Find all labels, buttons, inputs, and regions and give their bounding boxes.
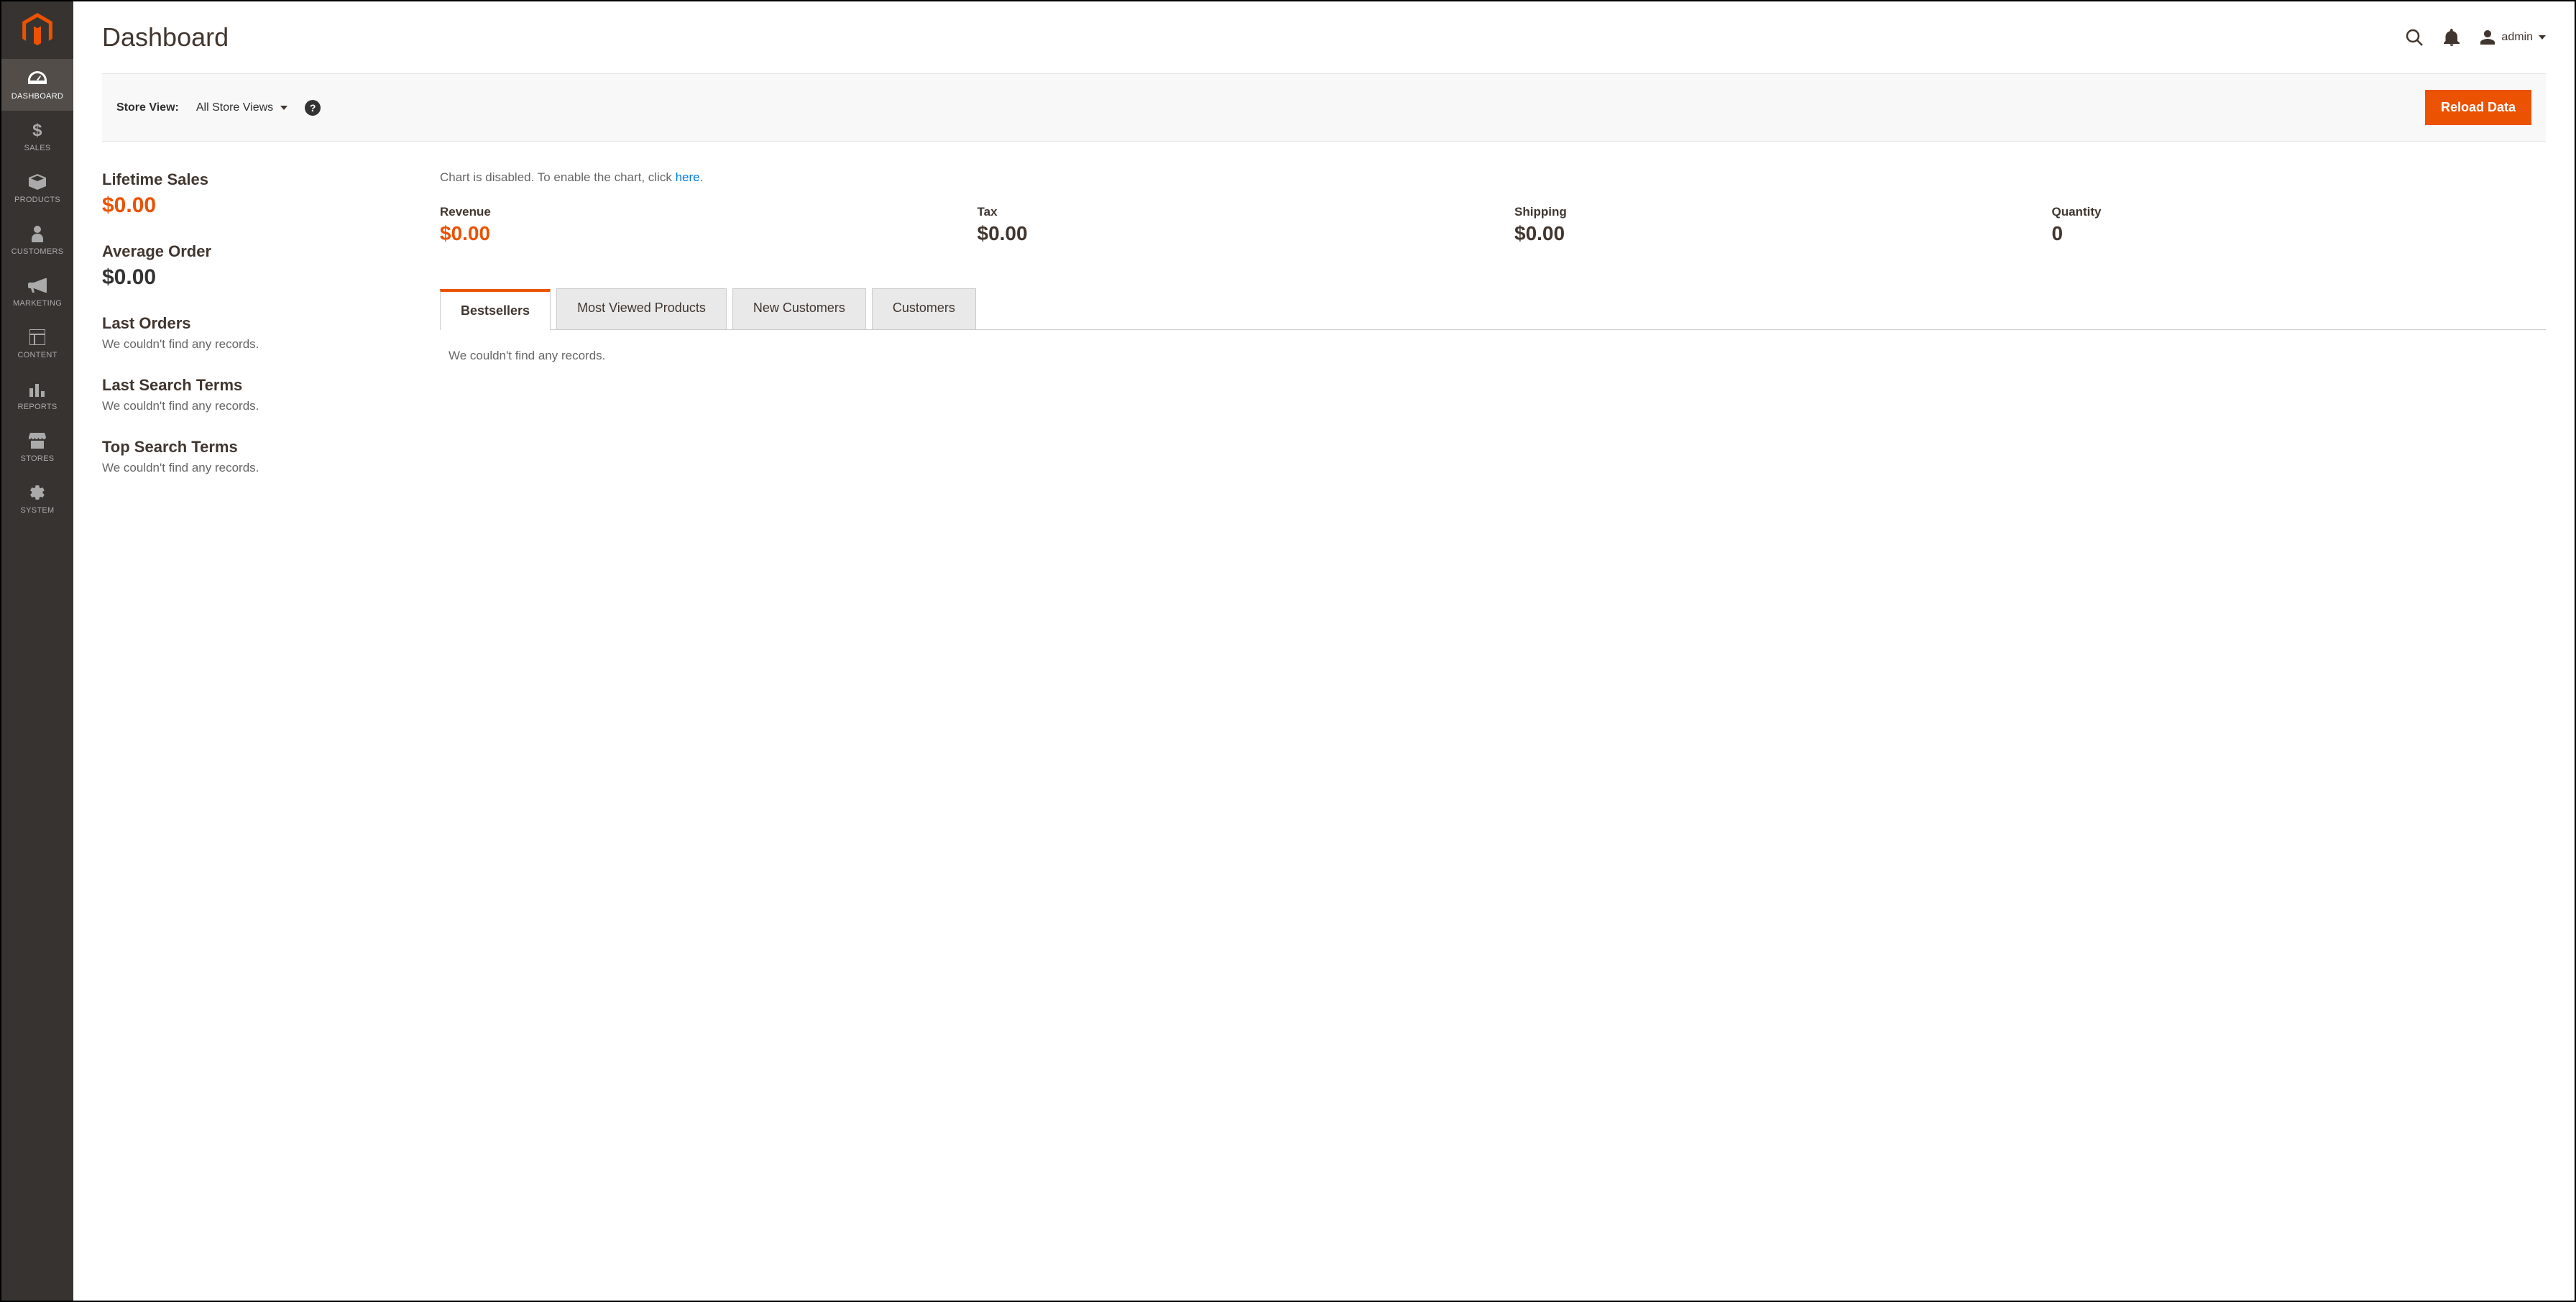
block-title: Average Order bbox=[102, 242, 411, 261]
sidebar-item-stores[interactable]: STORES bbox=[1, 421, 73, 473]
nav-label: DASHBOARD bbox=[12, 92, 63, 101]
tab-new-customers[interactable]: New Customers bbox=[732, 288, 866, 329]
svg-text:$: $ bbox=[32, 121, 42, 139]
chevron-down-icon bbox=[280, 104, 288, 111]
sidebar-item-content[interactable]: CONTENT bbox=[1, 318, 73, 370]
empty-message: We couldn't find any records. bbox=[102, 399, 411, 413]
nav-label: CONTENT bbox=[17, 351, 57, 359]
sidebar-item-reports[interactable]: REPORTS bbox=[1, 370, 73, 421]
last-orders-block: Last Orders We couldn't find any records… bbox=[102, 314, 411, 352]
store-view-select[interactable]: All Store Views bbox=[196, 101, 288, 114]
page-header: Dashboard admin bbox=[102, 1, 2546, 73]
nav-label: STORES bbox=[21, 454, 55, 463]
megaphone-icon bbox=[28, 276, 47, 295]
main-content: Dashboard admin Store View: All S bbox=[73, 1, 2575, 1301]
tab-bestsellers[interactable]: Bestsellers bbox=[440, 289, 551, 330]
person-icon bbox=[31, 224, 44, 243]
header-actions: admin bbox=[2405, 28, 2546, 47]
empty-message: We couldn't find any records. bbox=[102, 461, 411, 475]
store-icon bbox=[29, 431, 46, 450]
store-view-selected: All Store Views bbox=[196, 101, 273, 114]
reload-data-button[interactable]: Reload Data bbox=[2425, 90, 2531, 125]
lifetime-sales-block: Lifetime Sales $0.00 bbox=[102, 170, 411, 218]
block-title: Lifetime Sales bbox=[102, 170, 411, 189]
nav-label: CUSTOMERS bbox=[12, 247, 64, 256]
empty-message: We couldn't find any records. bbox=[102, 337, 411, 352]
user-icon bbox=[2480, 29, 2496, 45]
chart-disabled-message: Chart is disabled. To enable the chart, … bbox=[440, 170, 2546, 185]
tab-customers[interactable]: Customers bbox=[872, 288, 976, 329]
nav-label: MARKETING bbox=[13, 299, 62, 308]
stat-value: $0.00 bbox=[1514, 222, 2009, 245]
stat-label: Revenue bbox=[440, 205, 934, 219]
search-icon[interactable] bbox=[2405, 28, 2424, 47]
stat-value: 0 bbox=[2052, 222, 2547, 245]
stat-label: Tax bbox=[978, 205, 1472, 219]
magento-logo[interactable] bbox=[1, 1, 73, 59]
sidebar-item-system[interactable]: SYSTEM bbox=[1, 473, 73, 525]
dollar-icon: $ bbox=[32, 121, 43, 139]
page-title: Dashboard bbox=[102, 22, 229, 52]
lifetime-sales-value: $0.00 bbox=[102, 193, 411, 218]
notifications-icon[interactable] bbox=[2444, 29, 2460, 46]
block-title: Last Search Terms bbox=[102, 376, 411, 395]
stat-shipping: Shipping $0.00 bbox=[1514, 205, 2009, 245]
help-icon[interactable]: ? bbox=[305, 100, 321, 116]
chevron-down-icon bbox=[2539, 34, 2546, 41]
sidebar-item-sales[interactable]: $ SALES bbox=[1, 111, 73, 162]
box-icon bbox=[29, 173, 46, 191]
stat-label: Quantity bbox=[2052, 205, 2547, 219]
layout-icon bbox=[29, 328, 45, 347]
stat-tax: Tax $0.00 bbox=[978, 205, 1472, 245]
sidebar-item-dashboard[interactable]: DASHBOARD bbox=[1, 59, 73, 111]
nav-label: SYSTEM bbox=[20, 506, 54, 515]
stat-value: $0.00 bbox=[978, 222, 1472, 245]
stat-revenue: Revenue $0.00 bbox=[440, 205, 934, 245]
average-order-value: $0.00 bbox=[102, 265, 411, 290]
sidebar-item-marketing[interactable]: MARKETING bbox=[1, 266, 73, 318]
stat-quantity: Quantity 0 bbox=[2052, 205, 2547, 245]
nav-label: SALES bbox=[24, 144, 51, 152]
store-view-label: Store View: bbox=[116, 101, 179, 114]
enable-chart-link[interactable]: here bbox=[676, 170, 700, 184]
sidebar-item-products[interactable]: PRODUCTS bbox=[1, 162, 73, 214]
gear-icon bbox=[29, 483, 46, 502]
average-order-block: Average Order $0.00 bbox=[102, 242, 411, 290]
tabs: Bestsellers Most Viewed Products New Cus… bbox=[440, 288, 2546, 330]
chart-msg-suffix: . bbox=[700, 170, 704, 184]
top-search-block: Top Search Terms We couldn't find any re… bbox=[102, 438, 411, 475]
stats-row: Revenue $0.00 Tax $0.00 Shipping $0.00 Q… bbox=[440, 205, 2546, 245]
tab-most-viewed[interactable]: Most Viewed Products bbox=[556, 288, 727, 329]
stat-value: $0.00 bbox=[440, 222, 934, 245]
account-label: admin bbox=[2501, 31, 2533, 44]
nav-label: PRODUCTS bbox=[14, 196, 60, 204]
account-menu[interactable]: admin bbox=[2480, 29, 2546, 45]
chart-msg-prefix: Chart is disabled. To enable the chart, … bbox=[440, 170, 676, 184]
stat-label: Shipping bbox=[1514, 205, 2009, 219]
sidebar: DASHBOARD $ SALES PRODUCTS CUSTOMERS MAR… bbox=[1, 1, 73, 1301]
store-view-bar: Store View: All Store Views ? Reload Dat… bbox=[102, 73, 2546, 142]
block-title: Top Search Terms bbox=[102, 438, 411, 457]
dashboard-icon bbox=[28, 69, 47, 88]
last-search-block: Last Search Terms We couldn't find any r… bbox=[102, 376, 411, 413]
nav-label: REPORTS bbox=[17, 403, 57, 411]
block-title: Last Orders bbox=[102, 314, 411, 333]
sidebar-item-customers[interactable]: CUSTOMERS bbox=[1, 214, 73, 266]
tab-content-empty: We couldn't find any records. bbox=[440, 330, 2546, 382]
chart-icon bbox=[29, 380, 45, 398]
